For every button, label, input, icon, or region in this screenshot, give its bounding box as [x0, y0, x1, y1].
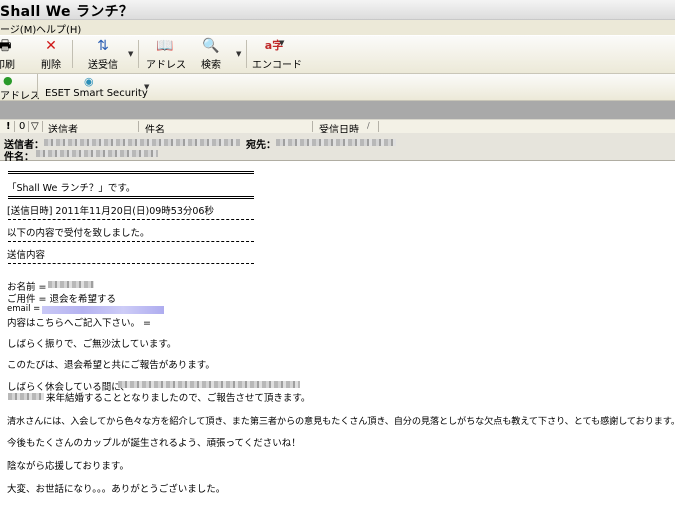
- paragraph-2: このたびは、退会希望と共にご報告があります。: [7, 360, 215, 371]
- encode-label: エンコード: [252, 60, 302, 71]
- separator-rule: [8, 196, 254, 199]
- to-label: 宛先：: [246, 140, 276, 151]
- dash-rule: [8, 263, 254, 264]
- paragraph-4: 清水さんには、入会してから色々な方を紹介して頂き、また第三者からの意見もたくさん…: [7, 416, 675, 427]
- column-separator: [28, 121, 29, 132]
- toolbar-separator: [37, 74, 38, 98]
- print-icon: 🖶: [0, 38, 12, 54]
- column-separator: [378, 121, 379, 132]
- search-icon: 🔍: [202, 38, 220, 54]
- dash-rule: [8, 241, 254, 242]
- print-label: 印刷: [0, 60, 15, 71]
- paragraph-3b: 来年結婚することとなりましたので、ご報告させて頂きます。: [46, 393, 311, 404]
- toolbar-separator: [246, 40, 247, 68]
- title-line: 「Shall We ランチ？」です。: [7, 183, 136, 194]
- email-redacted: [42, 306, 164, 314]
- column-separator: [312, 121, 313, 132]
- encode-dropdown[interactable]: ▼: [279, 39, 284, 47]
- message-list-header: ! 0 ▽ 送信者 件名 受信日時 ∕: [0, 119, 675, 136]
- name-redacted: [48, 281, 94, 288]
- eset-button[interactable]: ESET Smart Security: [45, 88, 148, 99]
- address-button[interactable]: 📖 アドレス: [146, 38, 186, 71]
- send-receive-icon: ⇅: [97, 38, 109, 54]
- delete-icon: ✕: [45, 38, 57, 54]
- encode-icon: a字: [264, 39, 284, 52]
- encode-button[interactable]: a字 エンコード: [252, 38, 302, 71]
- column-separator: [42, 121, 43, 132]
- requirement-line: ご用件 = 退会を希望する: [7, 294, 116, 305]
- column-separator: [14, 121, 15, 132]
- sort-indicator-icon: ∕: [367, 121, 370, 130]
- message-body: 「Shall We ランチ？」です。 [送信日時] 2011年11月20日(日)…: [0, 161, 675, 507]
- toolbar: 🖶 印刷 ✕ 削除 ⇅ 送受信 ▼ 📖 アドレス 🔍 検索 ▼ a字 エンコード…: [0, 36, 675, 74]
- to-value-redacted: [276, 139, 396, 146]
- flag-column[interactable]: ▽: [31, 121, 39, 132]
- eset-dropdown[interactable]: ▼: [144, 83, 149, 91]
- address-check-icon: ●: [3, 74, 13, 87]
- search-dropdown[interactable]: ▼: [236, 50, 241, 58]
- address-label: アドレス: [146, 60, 186, 71]
- search-label: 検索: [201, 60, 221, 71]
- date-line: [送信日時] 2011年11月20日(日)09時53分06秒: [7, 206, 214, 217]
- address-toolbar-label[interactable]: アドレス: [0, 87, 40, 102]
- p3-redacted-2: [8, 393, 44, 400]
- paragraph-6: 陰ながら応援しております。: [7, 461, 129, 472]
- body-prompt-line: 内容はこちらへご記入下さい。 =: [7, 318, 151, 329]
- toolbar-separator: [138, 40, 139, 68]
- toolbar-separator: [72, 40, 73, 68]
- paragraph-7: 大変、お世話になり。。。ありがとうございました。: [7, 484, 226, 495]
- paragraph-5: 今後もたくさんのカップルが誕生されるよう、頑張ってくださいね！: [7, 438, 301, 449]
- dash-rule: [8, 219, 254, 220]
- print-button[interactable]: 🖶 印刷: [0, 38, 18, 71]
- content-label: 送信内容: [7, 250, 46, 261]
- send-receive-dropdown[interactable]: ▼: [128, 50, 133, 58]
- preview-header: 送信者： 宛先： 件名：: [0, 133, 675, 163]
- subject-value-redacted: [36, 150, 158, 157]
- email-line: email =: [7, 304, 41, 314]
- send-receive-button[interactable]: ⇅ 送受信: [84, 38, 122, 71]
- title-bar: Shall We ランチ？: [0, 0, 675, 20]
- attachment-column[interactable]: 0: [19, 121, 25, 132]
- delete-button[interactable]: ✕ 削除: [36, 38, 66, 71]
- menu-item-message[interactable]: ージ(M): [0, 21, 36, 36]
- address-book-icon: 📖: [156, 38, 174, 54]
- eset-icon: ◉: [84, 75, 94, 88]
- menu-item-help[interactable]: ヘルプ(H): [36, 21, 81, 36]
- window-title: Shall We ランチ？: [0, 4, 134, 20]
- delete-label: 削除: [41, 60, 61, 71]
- p3-redacted: [118, 381, 300, 388]
- send-receive-label: 送受信: [88, 60, 118, 71]
- secondary-toolbar: ● アドレス ◉ ESET Smart Security ▼: [0, 74, 675, 102]
- from-value-redacted: [44, 139, 240, 146]
- menu-bar: ージ(M) ヘルプ(H): [0, 20, 675, 36]
- paragraph-1: しばらく振りで、ご無沙汰しています。: [7, 339, 177, 350]
- search-button[interactable]: 🔍 検索: [198, 38, 224, 71]
- accepted-line: 以下の内容で受付を致しました。: [7, 228, 150, 239]
- column-separator: [138, 121, 139, 132]
- priority-column[interactable]: !: [6, 121, 11, 132]
- pane-divider: [0, 101, 675, 119]
- separator-rule: [8, 171, 254, 174]
